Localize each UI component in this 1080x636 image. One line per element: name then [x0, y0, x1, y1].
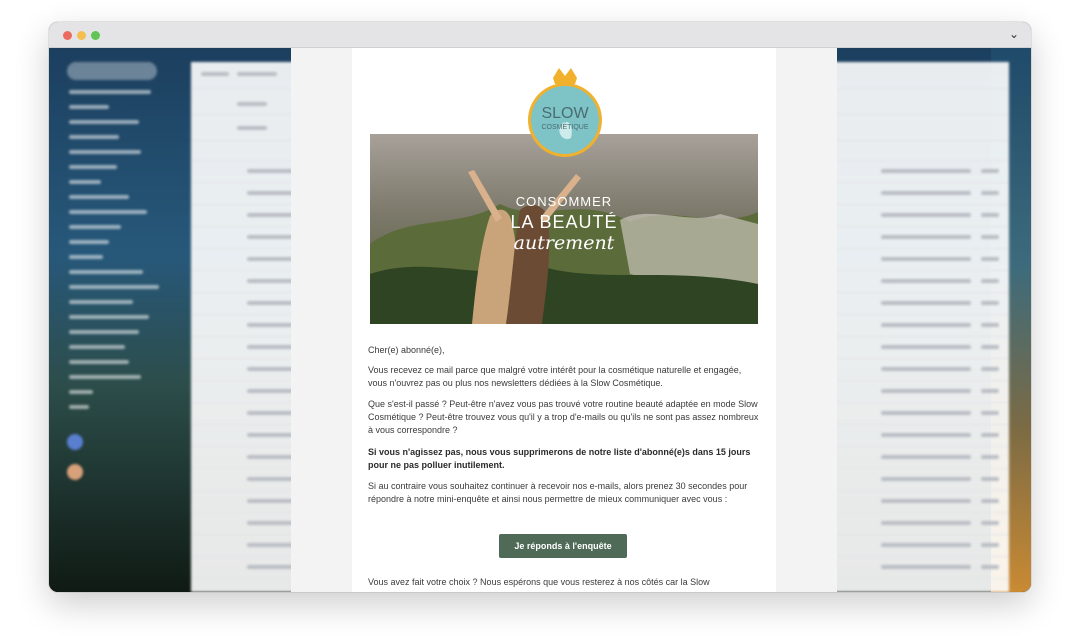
blurred-text [981, 389, 999, 393]
email-paragraph-emphasis: Si vous n'agissez pas, nous vous supprim… [368, 447, 751, 470]
blurred-text [881, 235, 971, 239]
survey-button[interactable]: Je réponds à l'enquête [499, 534, 627, 558]
blurred-compose-button [67, 62, 157, 80]
blurred-text [881, 411, 971, 415]
blurred-sidebar-line [69, 405, 89, 409]
email-greeting: Cher(e) abonné(e), [368, 345, 445, 355]
email-footer-text: Vous avez fait votre choix ? Nous espéro… [368, 577, 710, 587]
blurred-text [881, 477, 971, 481]
blurred-sidebar-line [69, 105, 109, 109]
blurred-sidebar-line [69, 255, 103, 259]
blurred-text [881, 565, 971, 569]
blurred-avatar [67, 434, 83, 450]
blurred-text [981, 455, 999, 459]
blurred-sidebar-line [69, 180, 101, 184]
blurred-sidebar-line [69, 285, 159, 289]
blurred-sidebar-line [69, 360, 129, 364]
blurred-text [881, 367, 971, 371]
blurred-sidebar-line [69, 135, 119, 139]
hero-text-line2: LA BEAUTÉ [510, 212, 618, 232]
blurred-text [981, 323, 999, 327]
blurred-avatar [67, 464, 83, 480]
blurred-text [881, 433, 971, 437]
logo-text-top: SLOW [541, 105, 589, 122]
blurred-text [881, 323, 971, 327]
blurred-text [981, 367, 999, 371]
chevron-down-icon[interactable]: ⌄ [1007, 27, 1021, 41]
blurred-text [981, 345, 999, 349]
browser-window: ⌄ CONSOMMER LA BEAUTÉ autrement SLOW COS… [49, 22, 1031, 592]
email-content: CONSOMMER LA BEAUTÉ autrement SLOW COSMÉ… [352, 48, 776, 592]
blurred-text [981, 521, 999, 525]
window-viewport: CONSOMMER LA BEAUTÉ autrement SLOW COSMÉ… [49, 48, 1031, 592]
zoom-icon[interactable] [91, 31, 100, 40]
logo-text-bottom: COSMÉTIQUE [541, 122, 588, 131]
blurred-text [881, 521, 971, 525]
window-titlebar: ⌄ [49, 22, 1031, 48]
blurred-sidebar-line [69, 240, 109, 244]
blurred-sidebar-line [69, 195, 129, 199]
email-paragraph: Vous recevez ce mail parce que malgré vo… [368, 365, 742, 388]
blurred-text [981, 169, 999, 173]
blurred-sidebar-line [69, 120, 139, 124]
blurred-sidebar-line [69, 225, 121, 229]
blurred-text [201, 72, 229, 76]
slow-cosmetique-logo: SLOW COSMÉTIQUE [526, 68, 604, 158]
blurred-sidebar-line [69, 330, 139, 334]
email-paragraph: Que s'est-il passé ? Peut-être n'avez vo… [368, 399, 759, 435]
close-icon[interactable] [63, 31, 72, 40]
blurred-text [881, 301, 971, 305]
blurred-text [981, 543, 999, 547]
blurred-text [237, 102, 267, 106]
hero-text-line3: autrement [513, 232, 615, 254]
blurred-sidebar-line [69, 210, 147, 214]
blurred-sidebar-line [69, 300, 133, 304]
blurred-sidebar-line [69, 165, 117, 169]
blurred-text [981, 477, 999, 481]
blurred-text [981, 257, 999, 261]
hero-image: CONSOMMER LA BEAUTÉ autrement [370, 134, 758, 324]
blurred-text [981, 213, 999, 217]
blurred-text [981, 235, 999, 239]
blurred-text [881, 389, 971, 393]
blurred-text [981, 433, 999, 437]
blurred-sidebar-line [69, 375, 141, 379]
blurred-text [981, 191, 999, 195]
blurred-text [981, 411, 999, 415]
blurred-sidebar-line [69, 90, 151, 94]
blurred-text [881, 455, 971, 459]
email-preview: CONSOMMER LA BEAUTÉ autrement SLOW COSMÉ… [291, 48, 837, 592]
blurred-text [881, 257, 971, 261]
blurred-text [881, 279, 971, 283]
blurred-text [981, 565, 999, 569]
blurred-sidebar-line [69, 345, 125, 349]
blurred-sidebar-line [69, 150, 141, 154]
blurred-mail-sidebar [61, 62, 179, 482]
blurred-sidebar-line [69, 390, 93, 394]
blurred-text [981, 301, 999, 305]
blurred-sidebar-line [69, 315, 149, 319]
blurred-text [981, 279, 999, 283]
minimize-icon[interactable] [77, 31, 86, 40]
blurred-text [881, 169, 971, 173]
email-paragraph: Si au contraire vous souhaitez continuer… [368, 481, 748, 504]
blurred-text [881, 499, 971, 503]
logo-mark: SLOW COSMÉTIQUE [528, 68, 602, 157]
blurred-text [881, 345, 971, 349]
hero-text-line1: CONSOMMER [515, 194, 613, 209]
blurred-text [237, 72, 277, 76]
blurred-text [981, 499, 999, 503]
blurred-text [881, 213, 971, 217]
blurred-sidebar-line [69, 270, 143, 274]
blurred-text [237, 126, 267, 130]
blurred-text [881, 191, 971, 195]
blurred-text [881, 543, 971, 547]
